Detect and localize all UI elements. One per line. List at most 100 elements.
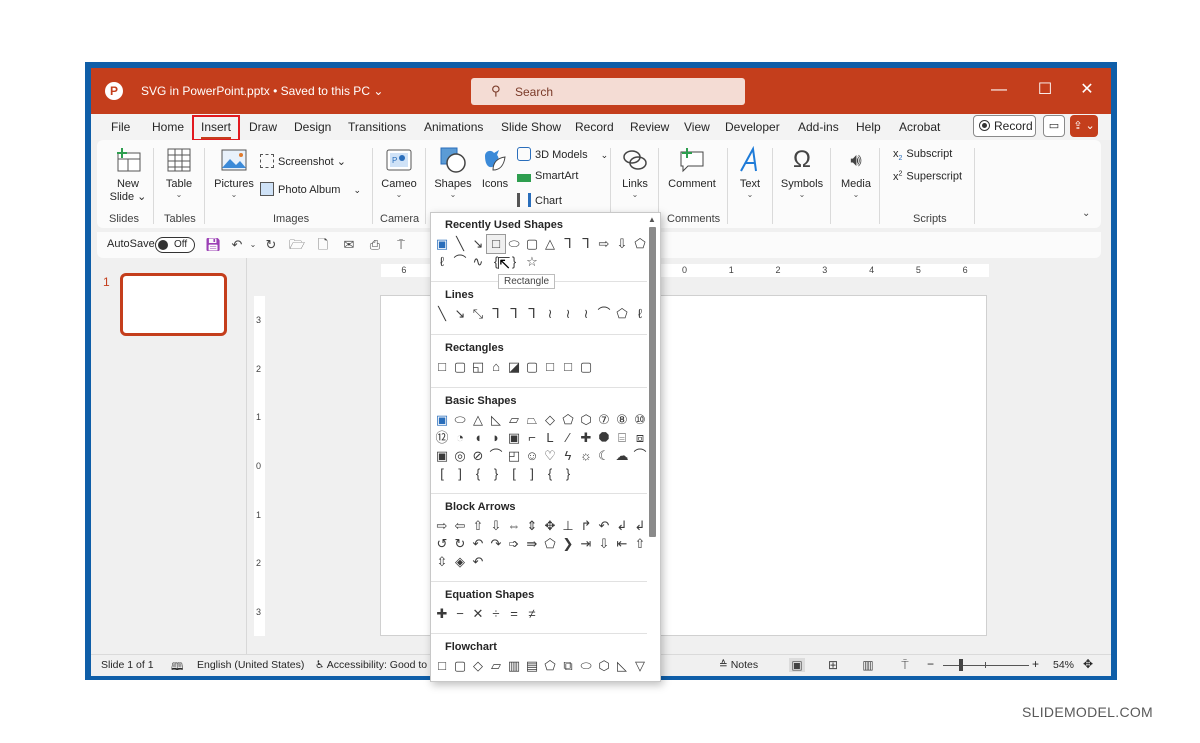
shape-item[interactable]: ≀ bbox=[541, 305, 559, 323]
shape-item[interactable]: Ꞁ bbox=[559, 235, 577, 253]
shape-item[interactable]: □ bbox=[559, 358, 577, 376]
shape-item[interactable]: △ bbox=[469, 411, 487, 429]
shape-item[interactable]: ⬭ bbox=[505, 235, 523, 253]
shape-item[interactable]: Ꞁ bbox=[577, 235, 595, 253]
shape-item[interactable]: ◺ bbox=[613, 657, 631, 675]
shape-item[interactable]: ⬠ bbox=[541, 657, 559, 675]
print-icon[interactable]: ⎙ bbox=[367, 237, 383, 253]
normal-view-icon[interactable]: ▣ bbox=[789, 658, 805, 672]
shape-item[interactable]: ✚ bbox=[577, 429, 595, 447]
shape-item[interactable]: ⤡ bbox=[469, 305, 487, 323]
shape-item[interactable]: □ bbox=[486, 234, 506, 254]
tab-developer[interactable]: Developer bbox=[725, 120, 780, 134]
shape-item[interactable]: ⑫ bbox=[433, 429, 451, 447]
email-icon[interactable]: ✉ bbox=[341, 237, 357, 253]
undo-dropdown-icon[interactable]: ⌄ bbox=[245, 237, 261, 253]
accessibility-status[interactable]: ♿︎ Accessibility: Good to bbox=[315, 659, 427, 671]
shape-item[interactable]: △ bbox=[541, 235, 559, 253]
shape-item[interactable]: Ꞁ bbox=[505, 305, 523, 323]
shape-item[interactable]: ≀ bbox=[577, 305, 595, 323]
shape-item[interactable]: { bbox=[469, 465, 487, 483]
tab-animations[interactable]: Animations bbox=[424, 120, 483, 134]
share-button[interactable]: ⇪ ⌄ bbox=[1070, 115, 1098, 137]
links-button[interactable]: Links ⌄ bbox=[617, 146, 653, 200]
tab-help[interactable]: Help bbox=[856, 120, 881, 134]
zoom-in-button[interactable]: + bbox=[1032, 657, 1039, 671]
text-button[interactable]: Text ⌄ bbox=[733, 146, 767, 200]
subscript-button[interactable]: x2 Subscript bbox=[893, 148, 952, 162]
fit-to-window-icon[interactable]: ✥ bbox=[1083, 657, 1093, 671]
shape-item[interactable]: ÷ bbox=[487, 605, 505, 623]
maximize-button[interactable]: ☐ bbox=[1035, 80, 1055, 100]
undo-icon[interactable]: ↶ bbox=[229, 237, 245, 253]
shape-item[interactable]: ⬠ bbox=[559, 411, 577, 429]
shape-item[interactable]: ▱ bbox=[505, 411, 523, 429]
shape-item[interactable]: ☁ bbox=[613, 447, 631, 465]
superscript-button[interactable]: x2 Superscript bbox=[893, 170, 962, 183]
shape-item[interactable]: ◖ bbox=[469, 429, 487, 447]
shape-item[interactable]: ↱ bbox=[577, 517, 595, 535]
tab-review[interactable]: Review bbox=[630, 120, 669, 134]
shape-item[interactable]: ⌒ bbox=[595, 305, 613, 323]
shape-item[interactable]: ☆ bbox=[523, 253, 541, 271]
shape-item[interactable]: ◈ bbox=[451, 553, 469, 571]
tab-acrobat[interactable]: Acrobat bbox=[899, 120, 940, 134]
shape-item[interactable]: ] bbox=[451, 465, 469, 483]
tab-add-ins[interactable]: Add-ins bbox=[798, 120, 839, 134]
shape-item[interactable]: ⇔ bbox=[505, 517, 523, 535]
shape-item[interactable]: ⇧ bbox=[469, 517, 487, 535]
shape-item[interactable]: ◇ bbox=[541, 411, 559, 429]
shape-item[interactable]: ▣ bbox=[433, 235, 451, 253]
shape-item[interactable]: ⇤ bbox=[613, 535, 631, 553]
shape-item[interactable]: ] bbox=[523, 465, 541, 483]
3d-models-button[interactable]: 3D Models ⌄ bbox=[517, 147, 608, 161]
shape-item[interactable]: = bbox=[505, 605, 523, 623]
shape-item[interactable]: ⊥ bbox=[559, 517, 577, 535]
notes-button[interactable]: ≙ Notes bbox=[719, 659, 758, 671]
shape-item[interactable]: ✥ bbox=[541, 517, 559, 535]
shape-item[interactable]: ▤ bbox=[523, 657, 541, 675]
scroll-up-icon[interactable]: ▲ bbox=[648, 215, 656, 224]
shape-item[interactable]: [ bbox=[505, 465, 523, 483]
shape-item[interactable]: ∿ bbox=[469, 253, 487, 271]
shape-item[interactable]: ⌐ bbox=[523, 429, 541, 447]
shape-item[interactable]: ϟ bbox=[559, 447, 577, 465]
shape-item[interactable]: □ bbox=[433, 358, 451, 376]
shape-item[interactable]: ⬠ bbox=[613, 305, 631, 323]
tab-record[interactable]: Record bbox=[575, 120, 614, 134]
shape-item[interactable]: ⑦ bbox=[595, 411, 613, 429]
shape-item[interactable]: ⇩ bbox=[595, 535, 613, 553]
shape-item[interactable]: ↻ bbox=[451, 535, 469, 553]
tab-transitions[interactable]: Transitions bbox=[348, 120, 406, 134]
shape-item[interactable]: ⇨ bbox=[595, 235, 613, 253]
tab-draw[interactable]: Draw bbox=[249, 120, 277, 134]
shape-item[interactable]: ⌂ bbox=[487, 358, 505, 376]
shape-item[interactable]: ⇥ bbox=[577, 535, 595, 553]
shape-item[interactable]: ✚ bbox=[433, 605, 451, 623]
autosave-toggle[interactable]: Off bbox=[155, 237, 195, 253]
reading-view-icon[interactable]: ▥ bbox=[860, 658, 876, 672]
shape-item[interactable]: ⇦ bbox=[451, 517, 469, 535]
shape-item[interactable]: ▢ bbox=[451, 657, 469, 675]
shape-item[interactable]: ≠ bbox=[523, 605, 541, 623]
shape-item[interactable]: ↷ bbox=[487, 535, 505, 553]
shape-item[interactable]: ◔ bbox=[451, 429, 469, 447]
open-folder-icon[interactable]: 🗁 bbox=[289, 237, 305, 253]
shape-item[interactable]: ▣ bbox=[433, 447, 451, 465]
shape-item[interactable]: ▣ bbox=[433, 411, 451, 429]
shape-item[interactable]: ╲ bbox=[433, 305, 451, 323]
shape-item[interactable]: ↶ bbox=[469, 553, 487, 571]
shape-item[interactable]: − bbox=[451, 605, 469, 623]
minimize-button[interactable]: — bbox=[989, 80, 1009, 100]
cameo-button[interactable]: P Cameo ⌄ bbox=[379, 146, 419, 200]
shape-item[interactable]: ⌒ bbox=[631, 447, 649, 465]
shape-item[interactable]: ╲ bbox=[451, 235, 469, 253]
zoom-percent[interactable]: 54% bbox=[1053, 659, 1074, 671]
shape-item[interactable]: ⌒ bbox=[487, 447, 505, 465]
shape-item[interactable]: Ꞁ bbox=[523, 305, 541, 323]
search-box[interactable]: ⚲ Search bbox=[471, 78, 745, 105]
record-button[interactable]: Record bbox=[973, 115, 1036, 137]
shape-item[interactable]: ◎ bbox=[451, 447, 469, 465]
pictures-button[interactable]: Pictures ⌄ bbox=[211, 146, 257, 200]
table-button[interactable]: Table ⌄ bbox=[159, 146, 199, 200]
